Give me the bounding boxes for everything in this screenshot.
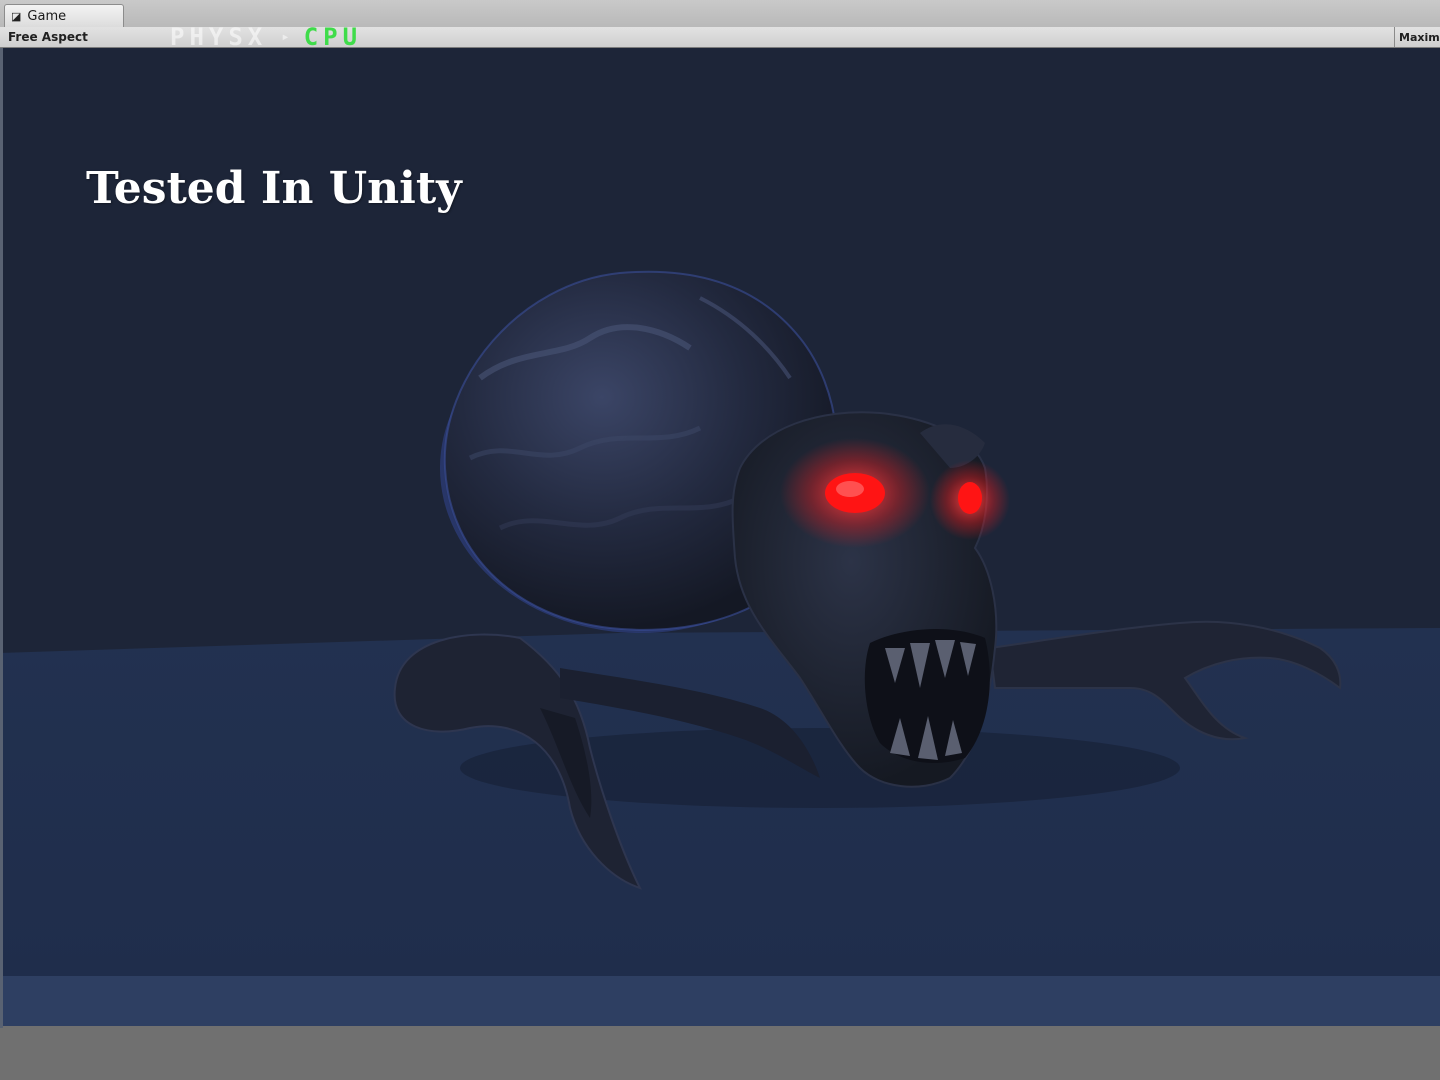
physx-logo-overlay: PHYSX ▸ CPU [170, 22, 363, 51]
aspect-ratio-label: Free Aspect [8, 30, 88, 44]
horizon-band [0, 976, 1440, 1026]
game-toolbar: Free Aspect PHYSX ▸ CPU Maxim [0, 22, 1440, 51]
aspect-ratio-dropdown[interactable]: Free Aspect [8, 28, 88, 46]
maximize-on-play-button[interactable]: Maxim [1394, 27, 1440, 47]
viewport-left-edge [0, 48, 3, 1028]
physx-label: PHYSX [170, 22, 268, 51]
tab-game-label: Game [27, 8, 67, 24]
cpu-label: CPU [303, 22, 363, 51]
unity-game-window: ◪ Game Free Aspect PHYSX ▸ CPU Maxim Tes… [0, 0, 1440, 1080]
maximize-label: Maxim [1399, 30, 1440, 44]
overlay-title: Tested In Unity [86, 163, 462, 214]
game-view-icon: ◪ [11, 9, 22, 23]
right-eye [958, 482, 982, 514]
editor-floor-strip [0, 1026, 1440, 1080]
tab-game[interactable]: ◪ Game [4, 4, 124, 27]
physx-arrow-icon: ▸ [281, 28, 290, 45]
game-viewport[interactable]: Tested In Unity [0, 48, 1440, 1080]
